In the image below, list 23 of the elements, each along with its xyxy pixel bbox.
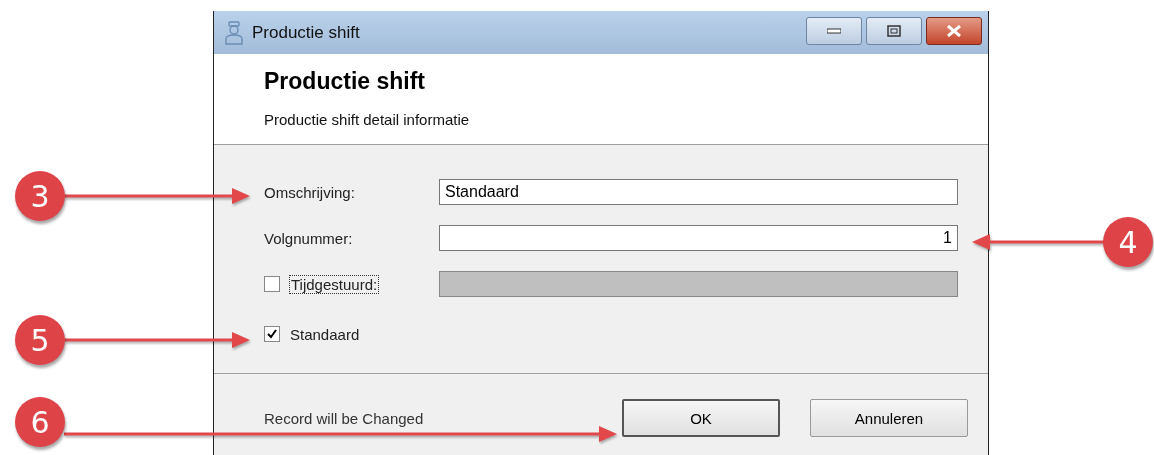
- window-title: Productie shift: [252, 22, 361, 43]
- dialog-heading: Productie shift: [264, 68, 426, 95]
- minimize-icon: [827, 28, 841, 34]
- number-badge: 6: [15, 397, 65, 447]
- number-badge: 4: [1103, 217, 1153, 267]
- dialog-subtitle: Productie shift detail informatie: [264, 111, 471, 128]
- status-text: Record will be Changed: [264, 409, 425, 427]
- field-label: Volgnummer:: [264, 229, 354, 247]
- close-icon: [946, 25, 962, 37]
- cancel-button[interactable]: Annuleren: [810, 399, 968, 437]
- close-button[interactable]: [926, 17, 982, 45]
- input-field[interactable]: 1: [439, 225, 958, 251]
- input-field[interactable]: Standaard: [439, 179, 958, 205]
- worker-icon: [224, 20, 244, 45]
- minimize-button[interactable]: [806, 17, 862, 45]
- restore-button[interactable]: [866, 17, 922, 45]
- number-badge: 5: [15, 315, 65, 365]
- checkbox[interactable]: [264, 326, 280, 342]
- field-label: Omschrijving:: [264, 183, 356, 201]
- restore-icon: [887, 25, 901, 37]
- ok-button[interactable]: OK: [622, 399, 780, 437]
- checkbox-label[interactable]: Standaard: [290, 325, 360, 343]
- number-badge: 3: [15, 171, 65, 221]
